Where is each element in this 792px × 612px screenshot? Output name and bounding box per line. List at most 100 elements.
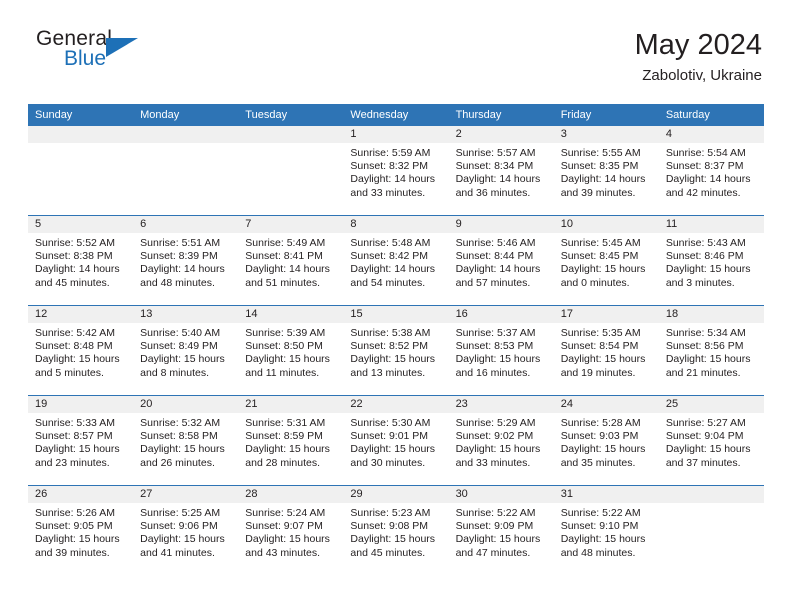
calendar-day-cell[interactable]: 5 Sunrise: 5:52 AM Sunset: 8:38 PM Daylight… <box>28 215 134 306</box>
day-number: 30 <box>448 486 554 503</box>
calendar-day-cell[interactable]: 18 Sunrise: 5:34 AM Sunset: 8:56 PM Dayligh… <box>658 305 764 396</box>
day-number: 7 <box>238 216 344 233</box>
daylight-duration-line1: Daylight: 15 hours <box>665 263 751 276</box>
calendar-day-cell[interactable]: 25 Sunrise: 5:27 AM Sunset: 9:04 PM Dayligh… <box>658 395 764 486</box>
daylight-duration-line1: Daylight: 15 hours <box>245 353 330 366</box>
daylight-duration-line2: and 33 minutes. <box>350 186 426 199</box>
daylight-duration-line1: Daylight: 15 hours <box>665 353 751 366</box>
day-number: 19 <box>28 396 134 413</box>
daylight-duration-line2: and 47 minutes. <box>455 546 531 559</box>
calendar-day-cell[interactable]: 21 Sunrise: 5:31 AM Sunset: 8:59 PM Dayligh… <box>238 395 344 486</box>
weekday-header-thursday: Thursday <box>448 104 554 126</box>
daylight-duration-line2: and 37 minutes. <box>665 456 741 469</box>
daylight-duration-line2: and 36 minutes. <box>455 186 531 199</box>
calendar-day-cell[interactable]: 30 Sunrise: 5:22 AM Sunset: 9:09 PM Dayligh… <box>448 485 554 575</box>
sunrise-time: Sunrise: 5:46 AM <box>455 237 536 249</box>
calendar-day-cell[interactable]: 2 Sunrise: 5:57 AM Sunset: 8:34 PM Daylight… <box>448 126 554 216</box>
sunrise-time: Sunrise: 5:30 AM <box>350 417 431 429</box>
day-details: Sunrise: 5:59 AM Sunset: 8:32 PM Daylight:… <box>343 143 448 200</box>
calendar-day-cell[interactable]: 24 Sunrise: 5:28 AM Sunset: 9:03 PM Dayligh… <box>553 395 659 486</box>
daylight-duration-line1: Daylight: 15 hours <box>140 443 225 456</box>
calendar-day-cell[interactable]: 22 Sunrise: 5:30 AM Sunset: 9:01 PM Dayligh… <box>343 395 449 486</box>
general-blue-logo[interactable]: General Blue <box>28 28 168 80</box>
calendar-day-cell[interactable]: 29 Sunrise: 5:23 AM Sunset: 9:08 PM Dayligh… <box>343 485 449 575</box>
sunset-time: Sunset: 8:58 PM <box>140 430 218 443</box>
daylight-duration-line2: and 11 minutes. <box>245 366 320 379</box>
day-number: 4 <box>658 126 764 143</box>
day-details: Sunrise: 5:37 AM Sunset: 8:53 PM Daylight:… <box>449 323 554 380</box>
day-number: 5 <box>28 216 134 233</box>
calendar-day-cell[interactable]: 20 Sunrise: 5:32 AM Sunset: 8:58 PM Dayligh… <box>133 395 239 486</box>
calendar-day-cell[interactable]: 15 Sunrise: 5:38 AM Sunset: 8:52 PM Dayligh… <box>343 305 449 396</box>
daylight-duration-line1: Daylight: 15 hours <box>455 353 541 366</box>
calendar-day-cell[interactable]: 1 Sunrise: 5:59 AM Sunset: 8:32 PM Daylight… <box>343 126 449 216</box>
calendar-page: General Blue May 2024 Zabolotiv, Ukraine… <box>0 0 792 612</box>
daylight-duration-line2: and 45 minutes. <box>35 276 110 289</box>
sunrise-time: Sunrise: 5:39 AM <box>245 327 326 339</box>
daylight-duration-line2: and 33 minutes. <box>455 456 531 469</box>
daylight-duration-line1: Daylight: 15 hours <box>455 443 541 456</box>
calendar-day-cell[interactable]: 19 Sunrise: 5:33 AM Sunset: 8:57 PM Dayligh… <box>28 395 134 486</box>
sunset-time: Sunset: 9:02 PM <box>455 430 534 443</box>
daylight-duration-line1: Daylight: 15 hours <box>560 263 646 276</box>
calendar-day-cell[interactable]: 12 Sunrise: 5:42 AM Sunset: 8:48 PM Dayligh… <box>28 305 134 396</box>
calendar-day-cell[interactable]: 13 Sunrise: 5:40 AM Sunset: 8:49 PM Dayligh… <box>133 305 239 396</box>
calendar-day-cell[interactable]: 26 Sunrise: 5:26 AM Sunset: 9:05 PM Dayligh… <box>28 485 134 575</box>
sunrise-time: Sunrise: 5:51 AM <box>140 237 221 249</box>
day-number: 22 <box>343 396 449 413</box>
sunrise-time: Sunrise: 5:38 AM <box>350 327 431 339</box>
weekday-header-saturday: Saturday <box>658 104 764 126</box>
day-number: 8 <box>343 216 449 233</box>
sunrise-time: Sunrise: 5:55 AM <box>560 147 641 159</box>
triangle-icon <box>106 38 138 57</box>
daylight-duration-line2: and 43 minutes. <box>245 546 320 559</box>
calendar-day-cell[interactable]: 11 Sunrise: 5:43 AM Sunset: 8:46 PM Dayligh… <box>658 215 764 306</box>
weekday-header-wednesday: Wednesday <box>343 104 449 126</box>
calendar-day-cell[interactable]: 7 Sunrise: 5:49 AM Sunset: 8:41 PM Daylight… <box>238 215 344 306</box>
calendar-day-cell[interactable]: 31 Sunrise: 5:22 AM Sunset: 9:10 PM Dayligh… <box>553 485 659 575</box>
sunrise-time: Sunrise: 5:31 AM <box>245 417 326 429</box>
sunrise-time: Sunrise: 5:22 AM <box>560 507 641 519</box>
daylight-duration-line1: Daylight: 15 hours <box>350 353 436 366</box>
calendar-day-cell[interactable]: 14 Sunrise: 5:39 AM Sunset: 8:50 PM Dayligh… <box>238 305 344 396</box>
calendar-day-cell[interactable]: 23 Sunrise: 5:29 AM Sunset: 9:02 PM Dayligh… <box>448 395 554 486</box>
day-details: Sunrise: 5:57 AM Sunset: 8:34 PM Daylight:… <box>449 143 554 200</box>
sunrise-time: Sunrise: 5:29 AM <box>455 417 536 429</box>
page-subtitle: Zabolotiv, Ukraine <box>642 67 762 84</box>
sunrise-time: Sunrise: 5:27 AM <box>665 417 746 429</box>
title-block: May 2024 Zabolotiv, Ukraine <box>635 28 764 86</box>
daylight-duration-line2: and 39 minutes. <box>560 186 636 199</box>
daylight-duration-line2: and 0 minutes. <box>560 276 630 289</box>
calendar-day-cell[interactable]: 4 Sunrise: 5:54 AM Sunset: 8:37 PM Daylight… <box>658 126 764 216</box>
calendar-day-cell[interactable]: 10 Sunrise: 5:45 AM Sunset: 8:45 PM Dayligh… <box>553 215 659 306</box>
sunset-time: Sunset: 9:07 PM <box>245 520 323 533</box>
calendar-day-cell[interactable]: 17 Sunrise: 5:35 AM Sunset: 8:54 PM Dayligh… <box>553 305 659 396</box>
day-details: Sunrise: 5:22 AM Sunset: 9:10 PM Daylight:… <box>554 503 659 560</box>
daylight-duration-line2: and 26 minutes. <box>140 456 215 469</box>
calendar-day-cell[interactable]: 28 Sunrise: 5:24 AM Sunset: 9:07 PM Dayligh… <box>238 485 344 575</box>
daylight-duration-line2: and 48 minutes. <box>560 546 636 559</box>
day-details: Sunrise: 5:51 AM Sunset: 8:39 PM Daylight:… <box>133 233 238 290</box>
daylight-duration-line2: and 42 minutes. <box>665 186 741 199</box>
sunset-time: Sunset: 9:04 PM <box>665 430 744 443</box>
calendar-day-cell[interactable]: 27 Sunrise: 5:25 AM Sunset: 9:06 PM Dayligh… <box>133 485 239 575</box>
daylight-duration-line1: Daylight: 14 hours <box>350 173 436 186</box>
calendar-day-cell-empty <box>28 126 134 216</box>
calendar-day-cell[interactable]: 8 Sunrise: 5:48 AM Sunset: 8:42 PM Daylight… <box>343 215 449 306</box>
daylight-duration-line1: Daylight: 15 hours <box>140 353 225 366</box>
sunrise-time: Sunrise: 5:43 AM <box>665 237 746 249</box>
sunrise-time: Sunrise: 5:49 AM <box>245 237 326 249</box>
calendar-day-cell[interactable]: 3 Sunrise: 5:55 AM Sunset: 8:35 PM Daylight… <box>553 126 659 216</box>
day-details: Sunrise: 5:45 AM Sunset: 8:45 PM Daylight:… <box>554 233 659 290</box>
day-number: 20 <box>133 396 239 413</box>
calendar-day-cell[interactable]: 16 Sunrise: 5:37 AM Sunset: 8:53 PM Dayligh… <box>448 305 554 396</box>
calendar-day-cell[interactable]: 6 Sunrise: 5:51 AM Sunset: 8:39 PM Daylight… <box>133 215 239 306</box>
day-number: 11 <box>658 216 764 233</box>
calendar-day-cell[interactable]: 9 Sunrise: 5:46 AM Sunset: 8:44 PM Daylight… <box>448 215 554 306</box>
daylight-duration-line1: Daylight: 15 hours <box>350 533 436 546</box>
sunrise-time: Sunrise: 5:48 AM <box>350 237 431 249</box>
daylight-duration-line2: and 30 minutes. <box>350 456 426 469</box>
daylight-duration-line2: and 51 minutes. <box>245 276 320 289</box>
day-number: 24 <box>553 396 659 413</box>
daylight-duration-line2: and 39 minutes. <box>35 546 110 559</box>
